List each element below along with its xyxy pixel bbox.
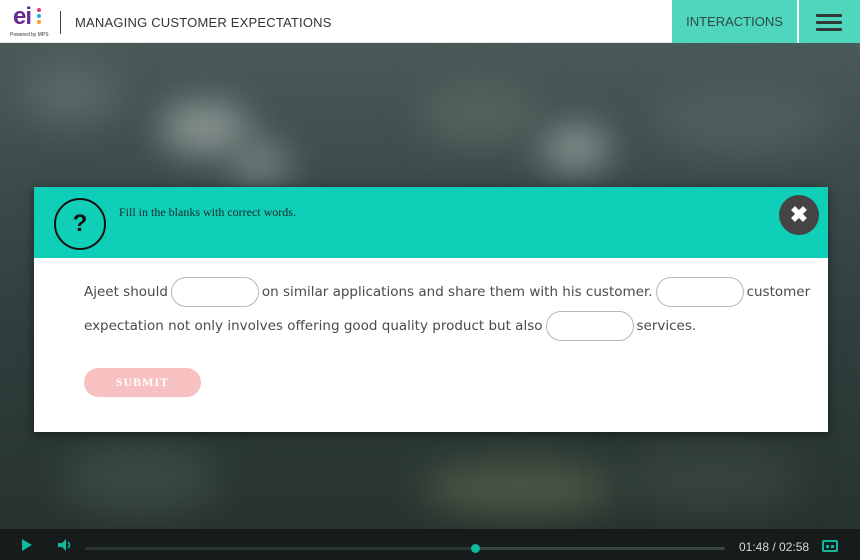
submit-button[interactable]: SUBMIT <box>84 368 201 397</box>
close-icon[interactable]: ✖ <box>779 195 819 235</box>
play-icon[interactable] <box>22 539 32 551</box>
blank-input-2[interactable] <box>655 277 744 307</box>
time-readout: 01:48 / 02:58 <box>739 540 809 554</box>
logo-mark: ei <box>13 3 32 30</box>
hamburger-menu-icon[interactable] <box>799 0 860 43</box>
volume-icon[interactable] <box>58 539 74 551</box>
sentence-text: customer <box>746 284 811 300</box>
logo-subtext: Powered by MPS <box>10 32 49 38</box>
seek-bar[interactable] <box>85 544 725 553</box>
current-time: 01:48 <box>739 540 770 554</box>
video-player-bar: 01:48 / 02:58 <box>0 529 860 560</box>
sentence-text: services. <box>636 318 697 334</box>
logo-dots-icon <box>37 8 43 26</box>
sentence-line-1: Ajeet should on similar applications and… <box>84 277 810 307</box>
dialog-header: ? Fill in the blanks with correct words.… <box>34 187 828 258</box>
seek-handle[interactable] <box>471 544 481 553</box>
total-time: 02:58 <box>779 540 810 554</box>
captions-icon[interactable] <box>822 540 838 552</box>
sentence-text: Ajeet should <box>84 284 168 300</box>
ei-logo: ei Powered by MPS <box>10 4 50 40</box>
sentence-text: expectation not only involves offering g… <box>84 318 543 334</box>
sentence-line-2: expectation not only involves offering g… <box>84 311 696 341</box>
fill-in-blanks-dialog: ? Fill in the blanks with correct words.… <box>34 187 828 432</box>
course-title: MANAGING CUSTOMER EXPECTATIONS <box>75 15 332 30</box>
sentence-text: on similar applications and share them w… <box>261 284 653 300</box>
seek-bar-progress <box>85 547 476 550</box>
time-separator: / <box>769 540 780 554</box>
instruction-text: Fill in the blanks with correct words. <box>119 205 296 219</box>
blank-input-3[interactable] <box>545 311 634 341</box>
question-icon: ? <box>54 198 106 250</box>
header-divider <box>60 11 61 34</box>
top-header: ei Powered by MPS MANAGING CUSTOMER EXPE… <box>0 0 860 43</box>
blank-input-1[interactable] <box>170 277 259 307</box>
interactions-button[interactable]: INTERACTIONS <box>672 0 797 43</box>
